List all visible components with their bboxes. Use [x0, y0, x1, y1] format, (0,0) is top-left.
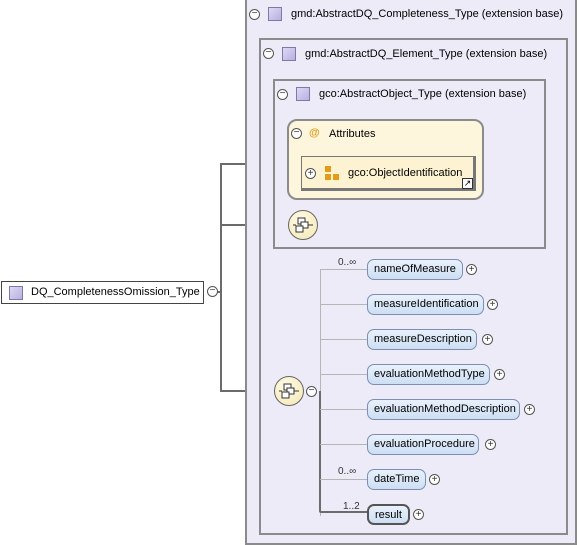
- name-of-measure-expand-button[interactable]: +: [466, 264, 477, 275]
- complex-type-icon: [296, 87, 310, 101]
- attribute-at-icon: @: [309, 127, 320, 139]
- branch-line: [320, 444, 367, 445]
- inner-box-title: gco:AbstractObject_Type (extension base): [319, 88, 527, 100]
- element-cardinality: 0..∞: [338, 466, 357, 477]
- element-evaluation-method-description[interactable]: evaluationMethodDescription: [367, 399, 520, 420]
- complex-type-icon: [268, 7, 282, 21]
- branch-line: [320, 479, 367, 480]
- middle-collapse-button[interactable]: −: [263, 48, 274, 59]
- attributes-collapse-button[interactable]: −: [291, 128, 302, 139]
- branch-line: [320, 409, 367, 410]
- element-date-time[interactable]: dateTime: [367, 469, 426, 490]
- element-evaluation-method-type[interactable]: evaluationMethodType: [367, 364, 490, 385]
- sequence-collapse-button[interactable]: −: [306, 386, 317, 397]
- attribute-group-expand-button[interactable]: +: [305, 168, 316, 179]
- evaluation-method-type-expand-button[interactable]: +: [494, 369, 505, 380]
- root-type-label: DQ_CompletenessOmission_Type: [31, 286, 200, 298]
- element-measure-identification[interactable]: measureIdentification: [367, 294, 484, 315]
- branch-line: [320, 304, 367, 305]
- branch-line: [320, 374, 367, 375]
- main-sequence-icon[interactable]: [274, 376, 304, 406]
- date-time-expand-button[interactable]: +: [429, 474, 440, 485]
- measure-identification-expand-button[interactable]: +: [487, 299, 498, 310]
- middle-box-title: gmd:AbstractDQ_Element_Type (extension b…: [305, 48, 548, 60]
- evaluation-method-description-expand-button[interactable]: +: [524, 404, 535, 415]
- complex-type-icon: [9, 286, 23, 300]
- reference-arrow-icon: ↗: [462, 178, 473, 189]
- root-collapse-button[interactable]: −: [207, 286, 218, 297]
- outer-collapse-button[interactable]: −: [249, 9, 260, 20]
- element-measure-description[interactable]: measureDescription: [367, 329, 477, 350]
- attribute-group-label: gco:ObjectIdentification: [348, 167, 463, 179]
- element-name-of-measure[interactable]: nameOfMeasure: [367, 259, 463, 280]
- element-cardinality: 1..2: [343, 501, 360, 512]
- measure-description-expand-button[interactable]: +: [482, 334, 493, 345]
- result-expand-button[interactable]: +: [413, 509, 424, 520]
- attribute-group-icon: [325, 166, 339, 180]
- evaluation-procedure-expand-button[interactable]: +: [485, 439, 496, 450]
- attributes-title: Attributes: [329, 128, 376, 140]
- element-evaluation-procedure[interactable]: evaluationProcedure: [367, 434, 479, 455]
- branch-line: [320, 269, 367, 270]
- element-result[interactable]: result: [367, 504, 410, 525]
- element-cardinality: 0..∞: [338, 257, 357, 268]
- root-vertical-connector: [220, 164, 222, 392]
- complex-type-icon: [282, 47, 296, 61]
- inner-collapse-button[interactable]: −: [277, 89, 288, 100]
- inner-sequence-icon[interactable]: [288, 210, 318, 240]
- outer-box-title: gmd:AbstractDQ_Completeness_Type (extens…: [291, 8, 564, 20]
- branch-line: [320, 339, 367, 340]
- root-type-node[interactable]: DQ_CompletenessOmission_Type: [1, 281, 204, 304]
